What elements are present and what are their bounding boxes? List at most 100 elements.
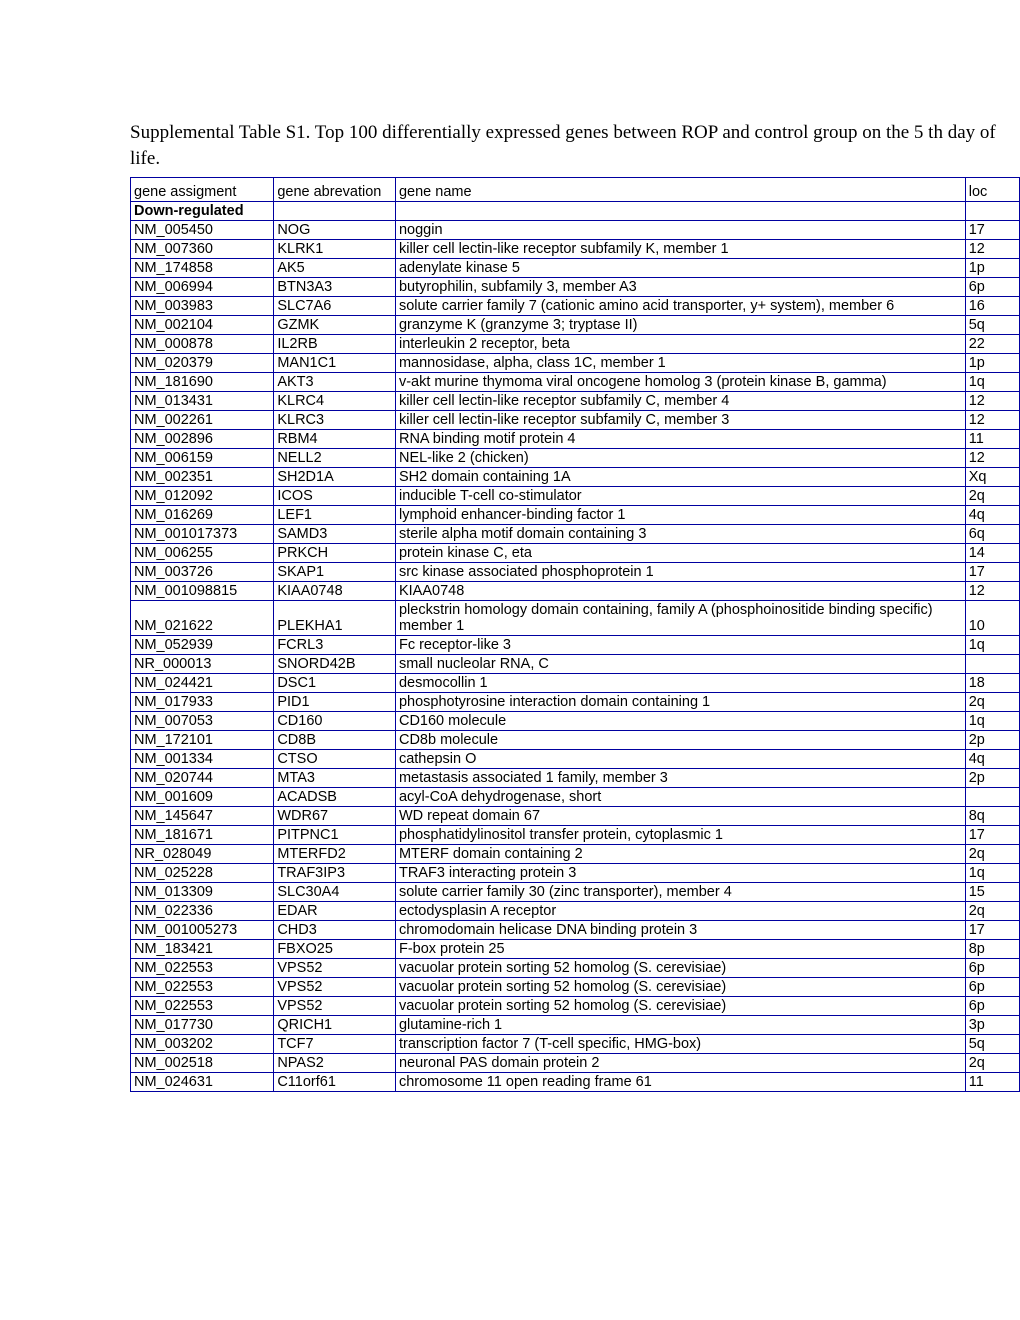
cell-loc: 6q [965,525,1019,544]
cell-empty [395,202,965,221]
col-header-abbrev: gene abrevation [274,178,396,202]
cell-name: phosphotyrosine interaction domain conta… [395,693,965,712]
table-row: NM_003983SLC7A6solute carrier family 7 (… [131,297,1020,316]
cell-name: small nucleolar RNA, C [395,655,965,674]
cell-abbrev: IL2RB [274,335,396,354]
section-label: Down-regulated [131,202,274,221]
cell-name: inducible T-cell co-stimulator [395,487,965,506]
cell-assign: NM_001005273 [131,921,274,940]
cell-abbrev: TRAF3IP3 [274,864,396,883]
cell-loc: 12 [965,582,1019,601]
cell-name: acyl-CoA dehydrogenase, short [395,788,965,807]
cell-name: TRAF3 interacting protein 3 [395,864,965,883]
gene-table: gene assigmentgene abrevationgene namelo… [130,177,1020,1092]
cell-name: chromosome 11 open reading frame 61 [395,1073,965,1092]
cell-name: lymphoid enhancer-binding factor 1 [395,506,965,525]
table-row: NR_000013SNORD42Bsmall nucleolar RNA, C [131,655,1020,674]
cell-loc: 17 [965,563,1019,582]
table-row: NM_006994BTN3A3butyrophilin, subfamily 3… [131,278,1020,297]
cell-name: vacuolar protein sorting 52 homolog (S. … [395,997,965,1016]
cell-loc: 5q [965,316,1019,335]
cell-assign: NM_172101 [131,731,274,750]
cell-assign: NM_006994 [131,278,274,297]
cell-abbrev: DSC1 [274,674,396,693]
cell-abbrev: SNORD42B [274,655,396,674]
cell-name: neuronal PAS domain protein 2 [395,1054,965,1073]
cell-assign: NM_006159 [131,449,274,468]
cell-loc: 12 [965,411,1019,430]
cell-assign: NM_013309 [131,883,274,902]
cell-name: noggin [395,221,965,240]
cell-assign: NM_013431 [131,392,274,411]
table-row: NM_001334CTSOcathepsin O4q [131,750,1020,769]
cell-abbrev: KIAA0748 [274,582,396,601]
cell-name: pleckstrin homology domain containing, f… [395,601,965,636]
cell-assign: NM_003983 [131,297,274,316]
table-row: NM_016269LEF1lymphoid enhancer-binding f… [131,506,1020,525]
cell-loc: 6p [965,997,1019,1016]
cell-loc: 1p [965,259,1019,278]
cell-abbrev: QRICH1 [274,1016,396,1035]
table-row: NM_181690AKT3v-akt murine thymoma viral … [131,373,1020,392]
column-header-row: gene assigmentgene abrevationgene namelo… [131,178,1020,202]
cell-loc: 4q [965,750,1019,769]
cell-loc: Xq [965,468,1019,487]
cell-name: SH2 domain containing 1A [395,468,965,487]
table-row: NM_013309SLC30A4solute carrier family 30… [131,883,1020,902]
cell-loc: 2p [965,769,1019,788]
cell-assign: NM_012092 [131,487,274,506]
cell-assign: NM_005450 [131,221,274,240]
cell-loc: 11 [965,1073,1019,1092]
cell-abbrev: KLRC3 [274,411,396,430]
table-row: NM_003202TCF7transcription factor 7 (T-c… [131,1035,1020,1054]
cell-assign: NM_022553 [131,959,274,978]
cell-loc: 11 [965,430,1019,449]
cell-name: ectodysplasin A receptor [395,902,965,921]
cell-assign: NM_025228 [131,864,274,883]
cell-abbrev: CD160 [274,712,396,731]
table-row: NM_021622PLEKHA1pleckstrin homology doma… [131,601,1020,636]
table-row: NM_022336EDARectodysplasin A receptor2q [131,902,1020,921]
cell-assign: NM_024421 [131,674,274,693]
cell-abbrev: FBXO25 [274,940,396,959]
cell-abbrev: TCF7 [274,1035,396,1054]
table-row: NM_013431KLRC4killer cell lectin-like re… [131,392,1020,411]
cell-name: WD repeat domain 67 [395,807,965,826]
cell-loc: 1p [965,354,1019,373]
cell-abbrev: AKT3 [274,373,396,392]
cell-assign: NM_000878 [131,335,274,354]
table-row: NM_172101CD8BCD8b molecule2p [131,731,1020,750]
table-row: NM_002351SH2D1ASH2 domain containing 1AX… [131,468,1020,487]
cell-abbrev: NOG [274,221,396,240]
cell-abbrev: ICOS [274,487,396,506]
cell-assign: NM_052939 [131,636,274,655]
col-header-loc: loc [965,178,1019,202]
cell-loc: 12 [965,392,1019,411]
cell-assign: NM_003202 [131,1035,274,1054]
table-row: NM_003726SKAP1src kinase associated phos… [131,563,1020,582]
table-row: NM_001017373SAMD3sterile alpha motif dom… [131,525,1020,544]
cell-loc: 2q [965,487,1019,506]
cell-assign: NM_001334 [131,750,274,769]
cell-assign: NM_016269 [131,506,274,525]
cell-abbrev: NPAS2 [274,1054,396,1073]
table-row: NM_006255PRKCHprotein kinase C, eta14 [131,544,1020,563]
cell-name: vacuolar protein sorting 52 homolog (S. … [395,959,965,978]
cell-abbrev: MAN1C1 [274,354,396,373]
table-row: NM_006159NELL2NEL-like 2 (chicken)12 [131,449,1020,468]
table-row: NM_174858AK5adenylate kinase 51p [131,259,1020,278]
cell-abbrev: CD8B [274,731,396,750]
cell-name: CD8b molecule [395,731,965,750]
table-row: NM_020744MTA3metastasis associated 1 fam… [131,769,1020,788]
cell-loc: 18 [965,674,1019,693]
cell-loc: 1q [965,712,1019,731]
cell-abbrev: CTSO [274,750,396,769]
table-row: NM_022553VPS52vacuolar protein sorting 5… [131,978,1020,997]
cell-abbrev: EDAR [274,902,396,921]
cell-name: MTERF domain containing 2 [395,845,965,864]
cell-name: killer cell lectin-like receptor subfami… [395,411,965,430]
table-row: NM_007360KLRK1killer cell lectin-like re… [131,240,1020,259]
cell-name: NEL-like 2 (chicken) [395,449,965,468]
cell-assign: NM_002104 [131,316,274,335]
cell-name: KIAA0748 [395,582,965,601]
